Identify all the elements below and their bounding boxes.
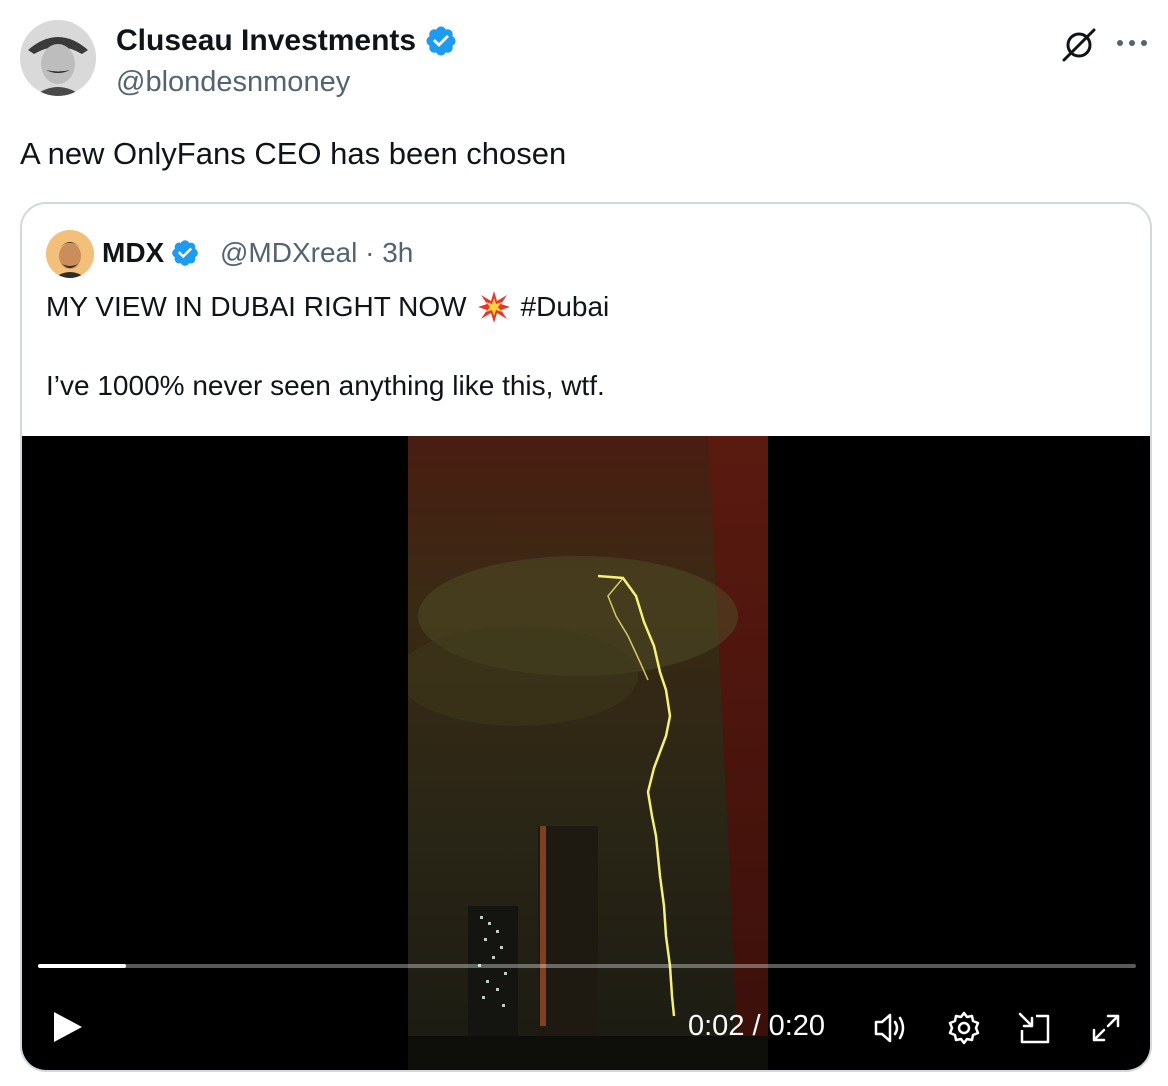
pip-icon[interactable] — [1016, 1010, 1052, 1046]
author-name-text[interactable]: Cluseau Investments — [116, 24, 416, 58]
progress-fill — [38, 964, 126, 968]
author-name[interactable]: Cluseau Investments — [116, 24, 458, 58]
more-icon[interactable] — [1112, 28, 1152, 58]
quote-author-name-text[interactable]: MDX — [102, 237, 164, 269]
tweet-text: A new OnlyFans CEO has been chosen — [20, 136, 567, 171]
volume-icon[interactable] — [872, 1010, 908, 1046]
verified-badge-icon — [172, 240, 199, 266]
quote-text-main: MY VIEW IN DUBAI RIGHT NOW — [46, 291, 467, 322]
quote-author-name[interactable]: MDX — [102, 237, 200, 269]
progress-bar[interactable] — [38, 964, 1136, 968]
quote-text-line1: MY VIEW IN DUBAI RIGHT NOW #Dubai — [46, 290, 609, 324]
fullscreen-icon[interactable] — [1088, 1010, 1124, 1046]
quoted-tweet[interactable]: MDX @MDXreal · 3h MY VIEW IN DUBAI RIGHT… — [20, 202, 1152, 1072]
play-icon[interactable] — [50, 1010, 84, 1044]
collision-emoji-icon — [477, 291, 510, 323]
quote-author-handle-time[interactable]: @MDXreal · 3h — [220, 237, 413, 269]
author-avatar[interactable] — [20, 20, 96, 96]
grok-icon[interactable] — [1058, 24, 1100, 66]
video-player[interactable]: 0:02 / 0:20 — [22, 436, 1150, 1070]
video-time: 0:02 / 0:20 — [688, 1010, 826, 1042]
quote-text-line2: I’ve 1000% never seen anything like this… — [46, 370, 605, 401]
author-handle[interactable]: @blondesnmoney — [116, 66, 350, 99]
settings-icon[interactable] — [946, 1010, 982, 1046]
quote-author-avatar[interactable] — [46, 230, 94, 278]
hashtag-link[interactable]: #Dubai — [521, 291, 610, 323]
video-frame — [408, 436, 768, 1070]
verified-badge-icon — [426, 26, 456, 56]
